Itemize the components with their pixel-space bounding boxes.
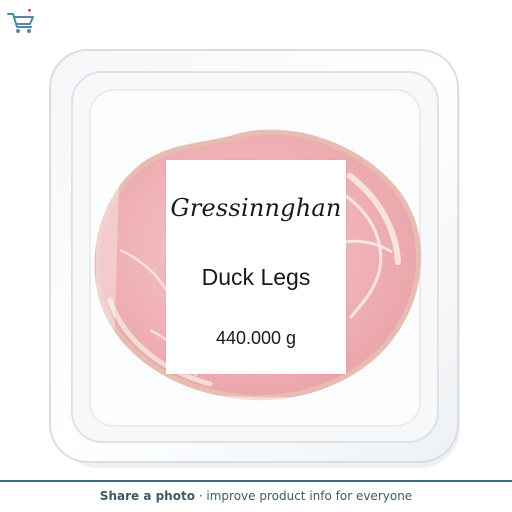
brand-name: Gressinnghan [170,194,342,222]
footer-message: · improve product info for everyone [194,489,413,503]
product-weight: 440.000 g [215,328,297,348]
footer-bar: Share a photo · improve product info for… [0,480,512,512]
product-page: Gressinnghan Duck Legs 440.000 g Share a… [0,0,512,512]
share-photo-link[interactable]: Share a photo [100,489,195,503]
shopping-cart-icon[interactable] [6,8,38,36]
product-label: Gressinnghan Duck Legs 440.000 g [166,160,346,374]
product-name: Duck Legs [201,264,311,290]
